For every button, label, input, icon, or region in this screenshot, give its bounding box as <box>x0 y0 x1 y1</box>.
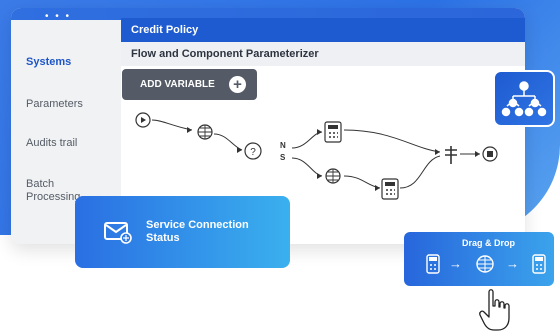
plus-icon: + <box>229 76 246 93</box>
signpost-icon <box>445 146 457 164</box>
branch-north-label: N <box>280 141 286 150</box>
page-subtitle: Flow and Component Parameterizer <box>121 42 525 66</box>
calculator-icon <box>324 121 342 143</box>
branch-south-label: S <box>280 153 286 162</box>
play-icon <box>135 112 151 128</box>
add-variable-button[interactable]: ADD VARIABLE + <box>122 69 257 100</box>
calculator-icon <box>426 254 440 274</box>
drag-drop-card: Drag & Drop → → <box>404 232 554 286</box>
calculator-icon <box>381 178 399 200</box>
sidebar-item-parameters[interactable]: Parameters <box>26 98 83 110</box>
add-variable-label: ADD VARIABLE <box>140 79 215 90</box>
sidebar-item-systems[interactable]: Systems <box>26 56 71 68</box>
globe-icon <box>476 255 494 273</box>
stop-icon <box>482 146 498 162</box>
arrow-right-icon: → <box>506 256 519 271</box>
drag-drop-row: → → <box>418 252 548 278</box>
tree-icon[interactable] <box>493 70 555 127</box>
decision-icon: ? <box>244 142 262 160</box>
calculator-icon <box>532 254 546 274</box>
sidebar-item-audits-trail[interactable]: Audits trail <box>26 137 77 149</box>
svg-text:?: ? <box>250 147 256 158</box>
hand-cursor-icon <box>479 289 510 331</box>
globe-icon <box>325 168 341 184</box>
globe-icon <box>197 124 213 140</box>
drag-drop-title: Drag & Drop <box>462 238 516 248</box>
arrow-right-icon: → <box>449 256 462 271</box>
service-connection-label: Service Connection Status <box>146 219 249 244</box>
service-connection-status-card[interactable]: Service Connection Status <box>75 196 290 268</box>
page-title: Credit Policy <box>121 18 525 42</box>
envelope-icon <box>104 222 132 244</box>
